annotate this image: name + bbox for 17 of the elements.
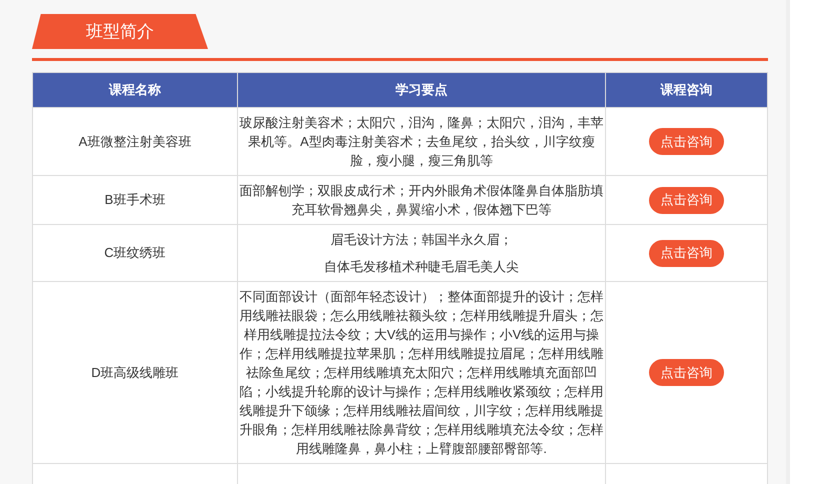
study-point-text: 不同面部设计（面部年轻态设计）；整体面部提升的设计；怎样用线雕祛眼袋；怎么用线雕祛额头纹；怎样用线雕提升眉头；怎样用线雕提拉法令纹；大V线的运用与操作；小V线的运用与操作；怎样用线雕提拉苹果肌；怎样用线雕提拉眉尾；怎样用线雕祛除鱼尾纹；怎样用线雕填充太阳穴；怎样用线雕填充面部凹陷；小线提升轮廓的设计与操作；怎样用线雕收紧颈纹；怎样用线雕提升下颌缘；怎样用线雕祛眉间纹，川字纹；怎样用线雕提升眼角；怎样用线雕祛除鼻背纹；怎样用线雕填充法令纹；怎样用线雕隆鼻，鼻小柱；上臂腹部腰部臀部等. bbox=[238, 288, 604, 458]
course-name-cell: B班手术班 bbox=[32, 176, 238, 224]
consult-button[interactable]: 点击咨询 bbox=[649, 186, 724, 214]
course-name-cell: C班纹绣班 bbox=[32, 224, 238, 282]
course-name-cell: D班高级线雕班 bbox=[32, 282, 238, 464]
study-point-text: 面部解刨学；双眼皮成行术；开内外眼角术假体隆鼻自体脂肪填充耳软骨翘鼻尖，鼻翼缩小术，假体翘下巴等 bbox=[238, 182, 604, 219]
consult-button[interactable]: 点击咨询 bbox=[649, 128, 724, 155]
column-header: 课程名称 bbox=[32, 72, 238, 108]
study-point-text: 自体毛发移植术种睫毛眉毛美人尖 bbox=[323, 258, 520, 276]
consult-button[interactable]: 点击咨询 bbox=[649, 359, 724, 386]
column-header: 课程咨询 bbox=[606, 72, 768, 108]
consult-button[interactable]: 点击咨询 bbox=[649, 240, 724, 266]
study-point-text: 玻尿酸注射美容术；太阳穴，泪沟，隆鼻；太阳穴，泪沟，丰苹果机等。A型肉毒注射美容术；去鱼尾纹，抬头纹，川字纹瘦脸，瘦小腿，瘦三角肌等 bbox=[238, 114, 604, 170]
course-name-cell: A班微整注射美容班 bbox=[32, 108, 238, 176]
study-point-text: 眉毛设计方法；韩国半永久眉； bbox=[330, 231, 514, 249]
section-title: 班型简介 bbox=[32, 14, 208, 49]
column-header: 学习要点 bbox=[238, 72, 606, 108]
